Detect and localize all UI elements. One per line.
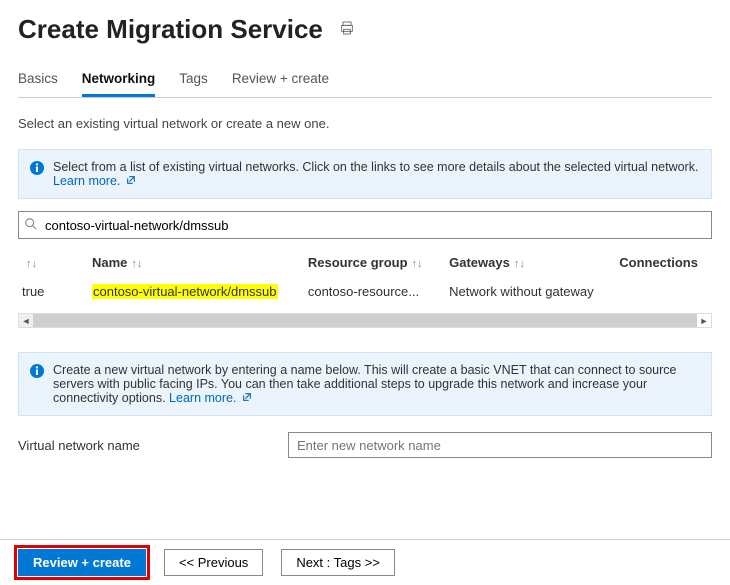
previous-button[interactable]: << Previous [164,549,263,576]
info-select-existing: Select from a list of existing virtual n… [18,149,712,199]
tab-tags[interactable]: Tags [179,71,208,97]
table-row[interactable]: true contoso-virtual-network/dmssub cont… [18,276,712,307]
vnet-name-input[interactable] [288,432,712,458]
column-resource-group[interactable]: Resource group [308,255,408,270]
horizontal-scrollbar[interactable]: ◄ ► [18,313,712,328]
info-select-text: Select from a list of existing virtual n… [53,160,698,174]
tab-review-create[interactable]: Review + create [232,71,329,97]
sort-icon[interactable]: ↑↓ [412,258,423,270]
column-name[interactable]: Name [92,255,127,270]
learn-more-link[interactable]: Learn more. [53,174,136,188]
cell-selected: true [18,276,88,307]
next-button[interactable]: Next : Tags >> [281,549,395,576]
vnet-table: ↑↓ Name ↑↓ Resource group ↑↓ Gateways ↑↓ Co… [18,245,712,328]
column-connections[interactable]: Connections [619,255,698,270]
tab-basics[interactable]: Basics [18,71,58,97]
page-title: Create Migration Service [18,14,323,45]
learn-more-link[interactable]: Learn more. [169,391,252,405]
info-icon [29,160,45,188]
tabs: Basics Networking Tags Review + create [18,71,712,98]
cell-gateway: Network without gateway [445,276,615,307]
external-link-icon [126,174,136,184]
info-create-new: Create a new virtual network by entering… [18,352,712,416]
column-gateways[interactable]: Gateways [449,255,510,270]
external-link-icon [242,391,252,401]
tab-networking[interactable]: Networking [82,71,156,97]
info-create-text: Create a new virtual network by entering… [53,363,676,405]
scroll-left-icon[interactable]: ◄ [19,314,33,327]
sort-icon[interactable]: ↑↓ [514,258,525,270]
sort-icon[interactable]: ↑↓ [131,258,142,270]
scroll-right-icon[interactable]: ► [697,314,711,327]
wizard-footer: Review + create << Previous Next : Tags … [0,539,730,585]
networking-description: Select an existing virtual network or cr… [18,116,712,131]
sort-icon[interactable]: ↑↓ [26,258,37,270]
info-icon [29,363,45,405]
review-create-button[interactable]: Review + create [18,549,146,576]
search-icon [24,217,38,234]
print-icon [339,24,355,39]
vnet-name-label: Virtual network name [18,438,268,453]
cell-resource-group: contoso-resource... [304,276,445,307]
print-button[interactable] [337,18,357,41]
cell-name: contoso-virtual-network/dmssub [92,284,278,299]
vnet-search-input[interactable] [18,211,712,239]
